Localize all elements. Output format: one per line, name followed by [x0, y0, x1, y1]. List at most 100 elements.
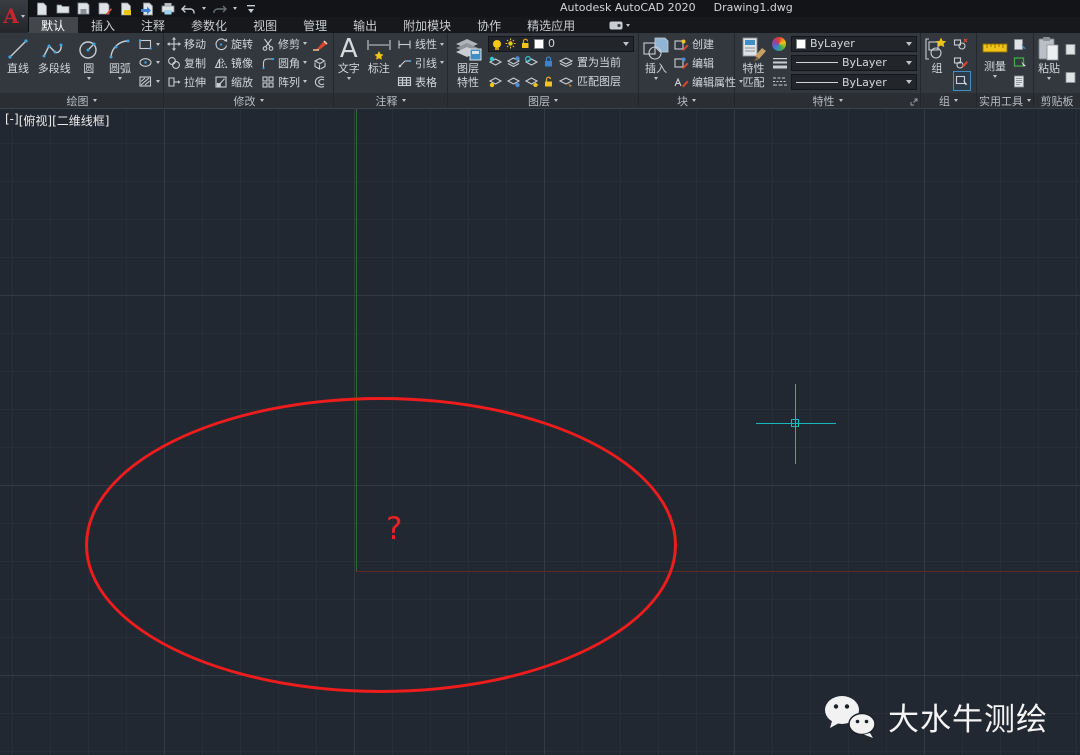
rotate-button[interactable]: 旋转	[214, 35, 253, 53]
lineweight-button[interactable]	[772, 54, 788, 72]
dimension-button[interactable]: 标注	[364, 34, 394, 92]
paste-button[interactable]: 粘贴	[1037, 34, 1061, 92]
panel-label-clipboard[interactable]: 剪贴板	[1034, 93, 1080, 108]
text-button[interactable]: A 文字	[337, 34, 361, 92]
panel-label-block[interactable]: 块	[639, 93, 734, 108]
create-block-button[interactable]: 创建	[673, 35, 743, 53]
explode-button[interactable]	[312, 54, 328, 72]
tab-addins[interactable]: 附加模块	[390, 17, 464, 33]
save-icon[interactable]	[76, 2, 91, 16]
group-button[interactable]: 组	[924, 34, 950, 92]
panel-label-annotation[interactable]: 注释	[334, 93, 447, 108]
panel-label-draw[interactable]: 绘图	[0, 93, 163, 108]
color-wheel-button[interactable]	[772, 35, 788, 53]
tab-parametric[interactable]: 参数化	[178, 17, 240, 33]
save-as-icon[interactable]	[97, 2, 112, 16]
visual-style-control[interactable]: [二维线框]	[52, 112, 109, 129]
ribbon-display-toggle[interactable]	[596, 17, 643, 33]
copy-button[interactable]: 复制	[167, 54, 206, 72]
panel-label-utilities[interactable]: 实用工具	[977, 93, 1033, 108]
erase-button[interactable]	[312, 35, 328, 53]
trim-button[interactable]: 修剪	[261, 35, 307, 53]
edit-block-button[interactable]: 编辑	[673, 54, 743, 72]
redo-dropdown-icon[interactable]	[233, 7, 237, 10]
layer-isolate-icon[interactable]	[488, 55, 503, 68]
ungroup-button[interactable]	[953, 35, 971, 53]
tab-featured-apps[interactable]: 精选应用	[514, 17, 588, 33]
lineweight-combo[interactable]: ByLayer	[791, 55, 917, 71]
match-properties-button[interactable]: 特性 匹配	[738, 34, 769, 92]
fillet-button[interactable]: 圆角	[261, 54, 307, 72]
measure-button[interactable]: 测量	[980, 34, 1010, 92]
layer-thaw-all-icon[interactable]	[524, 75, 539, 88]
set-current-icon[interactable]	[558, 55, 574, 68]
insert-block-button[interactable]: 插入	[642, 34, 670, 92]
quick-select-button[interactable]	[1013, 54, 1027, 72]
layer-lock-icon[interactable]	[542, 55, 555, 68]
open-folder-icon[interactable]	[55, 2, 70, 16]
layer-unisolate-icon[interactable]	[506, 55, 521, 68]
app-menu-button[interactable]: A	[0, 0, 29, 32]
layer-freeze-icon[interactable]	[524, 55, 539, 68]
redo-icon[interactable]	[212, 2, 227, 16]
drawn-ellipse[interactable]	[85, 397, 677, 693]
stretch-button[interactable]: 拉伸	[167, 73, 206, 91]
viewport-control[interactable]: [-]	[5, 112, 19, 129]
offset-button[interactable]	[312, 73, 328, 91]
layer-off-icon[interactable]	[488, 75, 503, 88]
panel-label-modify[interactable]: 修改	[164, 93, 333, 108]
scale-button[interactable]: 缩放	[214, 73, 253, 91]
hatch-button[interactable]	[138, 73, 160, 91]
group-edit-button[interactable]	[953, 53, 971, 71]
tab-collaborate[interactable]: 协作	[464, 17, 514, 33]
layer-select-combo[interactable]: 0	[488, 36, 634, 52]
tab-manage[interactable]: 管理	[290, 17, 340, 33]
table-button[interactable]: 表格	[397, 73, 444, 91]
line-button[interactable]: 直线	[3, 34, 33, 92]
panel-label-groups[interactable]: 组	[921, 93, 976, 108]
panel-label-properties[interactable]: 特性	[735, 93, 920, 108]
qat-customize-icon[interactable]	[243, 2, 258, 16]
layer-on2-icon[interactable]	[506, 75, 521, 88]
cut-button[interactable]	[1064, 40, 1078, 58]
object-color-combo[interactable]: ByLayer	[791, 36, 917, 52]
polyline-button[interactable]: 多段线	[36, 34, 73, 92]
layer-properties-button[interactable]: 图层 特性	[451, 34, 485, 92]
plot-stamp-icon[interactable]	[118, 2, 133, 16]
copy-clip-button[interactable]	[1064, 68, 1078, 86]
match-layer-label[interactable]: 匹配图层	[577, 73, 621, 89]
tab-output[interactable]: 输出	[340, 17, 390, 33]
group-selection-toggle[interactable]	[953, 71, 971, 91]
properties-dialog-launcher-icon[interactable]	[910, 98, 918, 106]
tab-view[interactable]: 视图	[240, 17, 290, 33]
linetype-button[interactable]	[772, 73, 788, 91]
view-control[interactable]: [俯视]	[19, 112, 52, 129]
arc-button[interactable]: 圆弧	[105, 34, 135, 92]
move-button[interactable]: 移动	[167, 35, 206, 53]
array-button[interactable]: 阵列	[261, 73, 307, 91]
undo-icon[interactable]	[181, 2, 196, 16]
set-current-label[interactable]: 置为当前	[577, 54, 621, 70]
id-point-button[interactable]	[1013, 35, 1027, 53]
tab-insert[interactable]: 插入	[78, 17, 128, 33]
drawing-canvas[interactable]: [-] [俯视] [二维线框] ? 大水牛测绘	[0, 108, 1080, 755]
drawn-question-mark[interactable]: ?	[386, 511, 402, 547]
ellipse-button[interactable]	[138, 54, 160, 72]
mirror-button[interactable]: 镜像	[214, 54, 253, 72]
layer-unlock2-icon[interactable]	[542, 75, 555, 88]
circle-button[interactable]: 圆	[75, 34, 102, 92]
panel-label-layers[interactable]: 图层	[448, 93, 638, 108]
leader-button[interactable]: 引线	[397, 54, 444, 72]
match-layer-icon[interactable]	[558, 75, 574, 88]
edit-attributes-button[interactable]: 编辑属性	[673, 73, 743, 91]
undo-dropdown-icon[interactable]	[202, 7, 206, 10]
rectangle-button[interactable]	[138, 35, 160, 53]
tab-home[interactable]: 默认	[28, 17, 78, 33]
linear-dimension-button[interactable]: 线性	[397, 35, 444, 53]
list-button[interactable]	[1013, 73, 1027, 91]
new-file-icon[interactable]	[34, 2, 49, 16]
linetype-combo[interactable]: ByLayer	[791, 74, 917, 90]
export-icon[interactable]	[139, 2, 154, 16]
tab-annotate[interactable]: 注释	[128, 17, 178, 33]
print-icon[interactable]	[160, 2, 175, 16]
